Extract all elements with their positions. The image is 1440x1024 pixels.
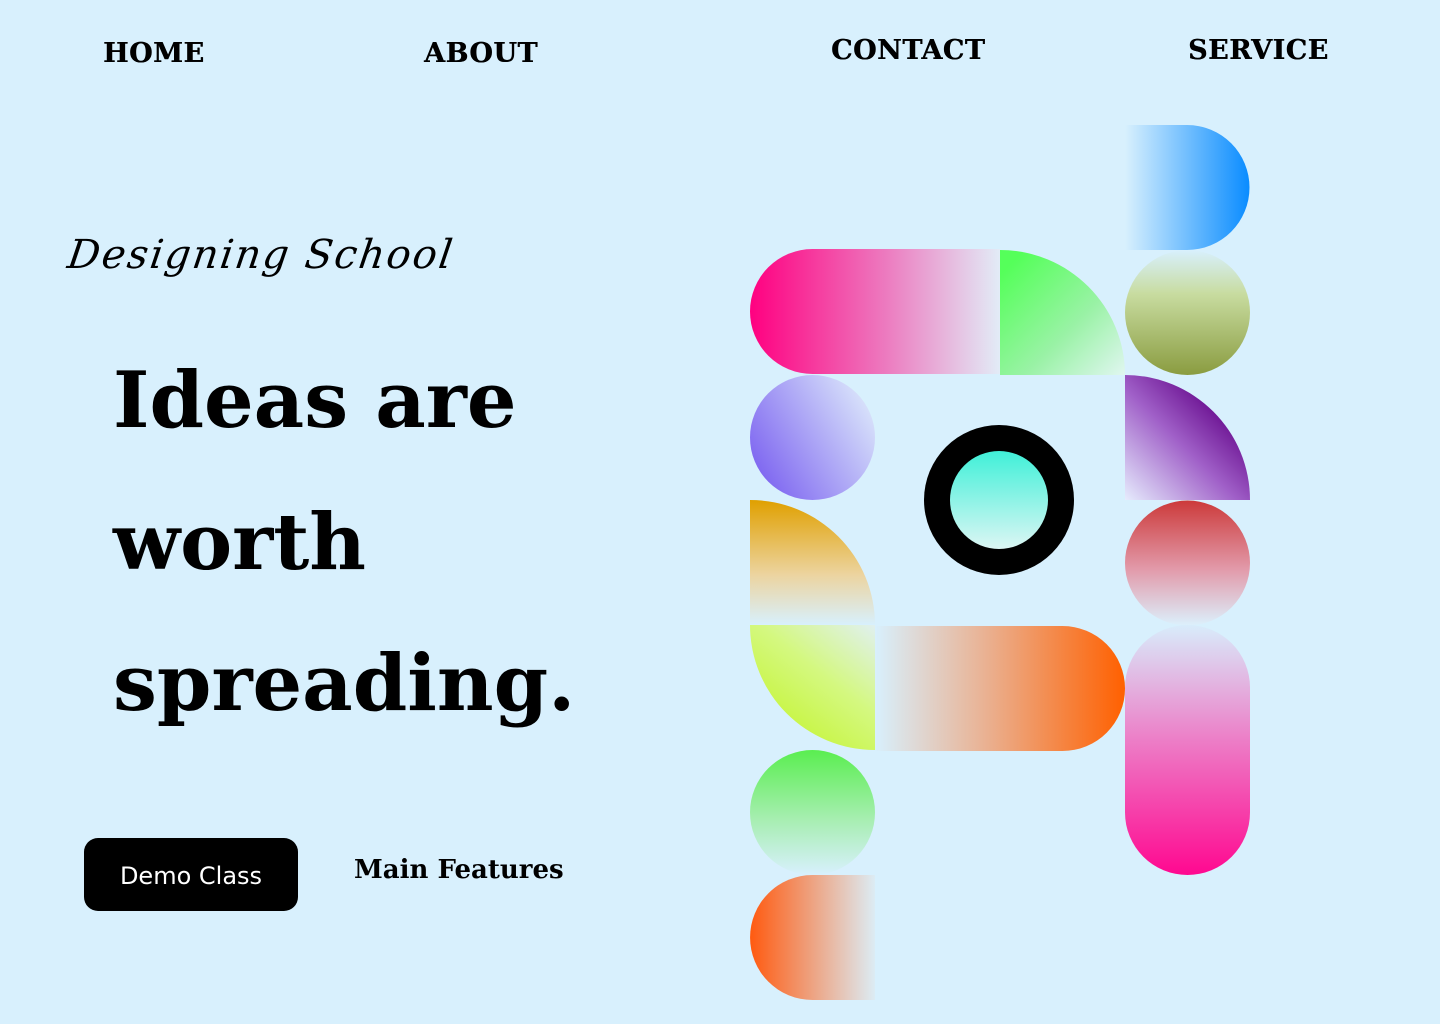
pink-tall-pill-shape [1125, 625, 1250, 875]
nav-contact-link[interactable]: CONTACT [831, 35, 985, 66]
green-quarter-shape [1000, 250, 1125, 375]
nav-service-link[interactable]: SERVICE [1188, 35, 1329, 66]
brand-name: Designing School [64, 232, 458, 278]
hero-headline-line-2: worth [113, 497, 367, 588]
demo-class-button[interactable]: Demo Class [84, 838, 298, 911]
purple-quarter-shape [1125, 375, 1250, 500]
red-circle-shape [1125, 500, 1250, 626]
hero-headline-line-1: Ideas are [113, 355, 517, 446]
periwinkle-circle-shape [750, 375, 875, 500]
yellow-quarter-shape [750, 500, 875, 625]
teal-center-shape [950, 451, 1048, 549]
olive-circle-shape [1125, 250, 1250, 375]
black-ring-shape [924, 425, 1074, 575]
green-circle-shape [750, 750, 875, 875]
orange-pill-shape [875, 626, 1125, 751]
pink-pill-shape [750, 249, 1000, 374]
blue-half-pill-shape [1125, 125, 1250, 250]
nav-home-link[interactable]: HOME [103, 38, 205, 69]
nav-about-link[interactable]: ABOUT [424, 38, 538, 69]
hero-headline-line-3: spreading. [113, 638, 576, 729]
main-features-link[interactable]: Main Features [354, 855, 564, 885]
orange-half-pill-shape [750, 875, 875, 1000]
lime-quarter-shape [750, 625, 875, 750]
